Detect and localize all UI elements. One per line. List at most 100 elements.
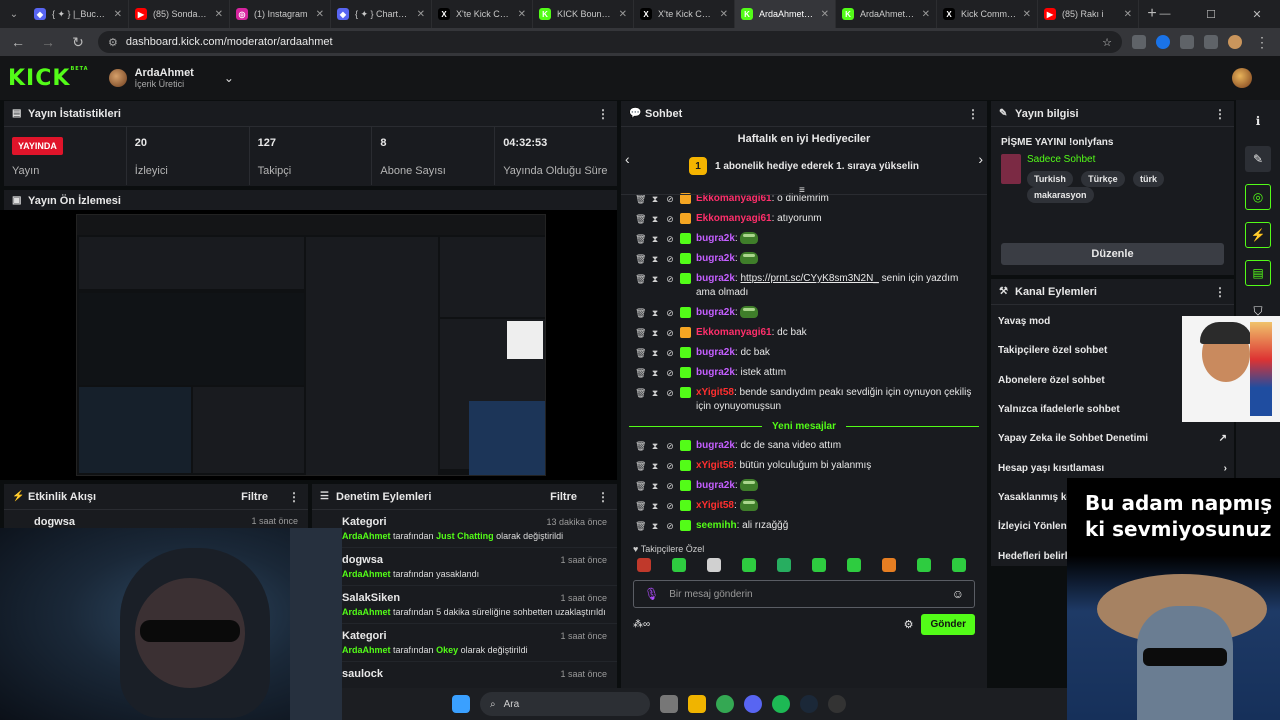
more-options-icon[interactable]: ⋮ [288,490,300,504]
ban-icon[interactable]: ⊘ [665,459,675,473]
notes-icon[interactable]: ▤ [1245,260,1271,286]
delete-icon[interactable]: 🗑 [635,346,646,360]
chat-tools-icon[interactable]: ⁂∞ [633,619,650,630]
forward-icon[interactable]: → [38,34,58,50]
chat-username[interactable]: xYigit58 [696,460,734,471]
emote-icon[interactable] [777,558,791,572]
tag[interactable]: Turkish [1026,171,1073,187]
delete-icon[interactable]: 🗑 [635,459,646,473]
chat-username[interactable]: xYigit58 [696,387,734,398]
browser-tab[interactable]: X X'te Kick Comm ✕ [432,0,533,28]
emote-icon[interactable] [672,558,686,572]
send-button[interactable]: Gönder [921,614,975,635]
close-window-icon[interactable]: ✕ [1234,8,1280,21]
pencil-icon[interactable]: ✎ [1245,146,1271,172]
browser-tab[interactable]: ◎ (1) Instagram ✕ [230,0,331,28]
browser-tab[interactable]: X Kick Communit ✕ [937,0,1038,28]
close-tab-icon[interactable]: ✕ [316,9,324,20]
timeout-icon[interactable]: ⧗ [650,439,660,453]
more-options-icon[interactable]: ⋮ [597,107,609,121]
reading-list-icon[interactable] [1204,35,1218,49]
close-tab-icon[interactable]: ✕ [1124,9,1132,20]
chrome-icon[interactable] [716,695,734,713]
minimize-icon[interactable]: — [1142,8,1188,20]
more-options-icon[interactable]: ⋮ [1214,107,1226,121]
delete-icon[interactable]: 🗑 [635,306,646,320]
close-tab-icon[interactable]: ✕ [720,9,728,20]
back-icon[interactable]: ← [8,34,28,50]
chat-username[interactable]: bugra2k [696,253,735,264]
channel-switcher[interactable]: ArdaAhmet İçerik Üretici ⌄ [108,67,234,89]
obs-icon[interactable] [828,695,846,713]
url-field[interactable]: ⚙ dashboard.kick.com/moderator/ardaahmet… [98,31,1122,53]
close-tab-icon[interactable]: ✕ [619,9,627,20]
edit-button[interactable]: Düzenle [1001,243,1224,265]
emote-icon[interactable] [952,558,966,572]
ban-icon[interactable]: ⊘ [665,386,675,400]
chat-username[interactable]: bugra2k [696,233,735,244]
chat-username[interactable]: bugra2k [696,480,735,491]
browser-tab[interactable]: ▶ (85) Rakı i ✕ [1038,0,1139,28]
chat-username[interactable]: seemihh [696,520,737,531]
timeout-icon[interactable]: ⧗ [650,499,660,513]
bookmark-star-icon[interactable]: ☆ [1102,36,1112,49]
settings-gear-icon[interactable]: ⚙ [904,618,914,631]
site-info-icon[interactable]: ⚙ [108,36,118,49]
tag[interactable]: Türkçe [1081,171,1125,187]
chat-username[interactable]: bugra2k [696,273,735,284]
delete-icon[interactable]: 🗑 [635,212,646,226]
ban-icon[interactable]: ⊘ [665,346,675,360]
close-tab-icon[interactable]: ✕ [417,9,425,20]
ban-icon[interactable]: ⊘ [665,366,675,380]
timeout-icon[interactable]: ⧗ [650,366,660,380]
ban-icon[interactable]: ⊘ [665,232,675,246]
timeout-icon[interactable]: ⧗ [650,232,660,246]
lightning-icon[interactable]: ⚡ [1245,222,1271,248]
kick-logo[interactable]: KICKBETA [8,66,89,91]
emote-icon[interactable] [742,558,756,572]
chat-username[interactable]: xYigit58 [696,500,734,511]
close-tab-icon[interactable]: ✕ [821,9,829,20]
timeout-icon[interactable]: ⧗ [650,252,660,266]
timeout-icon[interactable]: ⧗ [650,272,660,286]
tag[interactable]: makarasyon [1026,187,1094,203]
delete-icon[interactable]: 🗑 [635,519,646,533]
filter-button[interactable]: Filtre [550,491,577,503]
timeout-icon[interactable]: ⧗ [650,346,660,360]
user-avatar[interactable] [1232,68,1252,88]
microphone-icon[interactable]: 🎙 [644,587,659,601]
file-explorer-icon[interactable] [688,695,706,713]
browser-tab[interactable]: ▶ (85) Sondaki h ✕ [129,0,230,28]
emoji-icon[interactable]: ☺ [952,587,964,601]
timeout-icon[interactable]: ⧗ [650,519,660,533]
timeout-icon[interactable]: ⧗ [650,326,660,340]
windows-start-icon[interactable] [452,695,470,713]
browser-tab[interactable]: K ArdaAhmet Stre ✕ [836,0,937,28]
delete-icon[interactable]: 🗑 [635,366,646,380]
chat-link[interactable]: https://prnt.sc/CYyK8sm3N2N_ [740,273,878,284]
ban-icon[interactable]: ⊘ [665,499,675,513]
browser-tab[interactable]: K KICK Bounties ✕ [533,0,634,28]
extension-icon[interactable] [1132,35,1146,49]
filter-button[interactable]: Filtre [241,491,268,503]
ban-icon[interactable]: ⊘ [665,212,675,226]
close-tab-icon[interactable]: ✕ [518,9,526,20]
emote-icon[interactable] [917,558,931,572]
reload-icon[interactable]: ↻ [68,34,88,51]
chevron-right-icon[interactable]: › [978,151,983,167]
spotify-icon[interactable] [772,695,790,713]
chat-input[interactable]: 🎙 Bir mesaj gönderin ☺ [633,580,975,608]
taskbar-search[interactable]: ⌕ Ara [480,692,650,716]
more-options-icon[interactable]: ⋮ [597,490,609,504]
delete-icon[interactable]: 🗑 [635,272,646,286]
tab-search-icon[interactable]: ⌄ [0,9,28,20]
tag[interactable]: türk [1133,171,1165,187]
close-tab-icon[interactable]: ✕ [114,9,122,20]
chat-username[interactable]: bugra2k [696,347,735,358]
more-options-icon[interactable]: ⋮ [967,107,979,121]
emote-icon[interactable] [707,558,721,572]
discord-icon[interactable] [744,695,762,713]
ban-icon[interactable]: ⊘ [665,479,675,493]
ban-icon[interactable]: ⊘ [665,252,675,266]
delete-icon[interactable]: 🗑 [635,252,646,266]
